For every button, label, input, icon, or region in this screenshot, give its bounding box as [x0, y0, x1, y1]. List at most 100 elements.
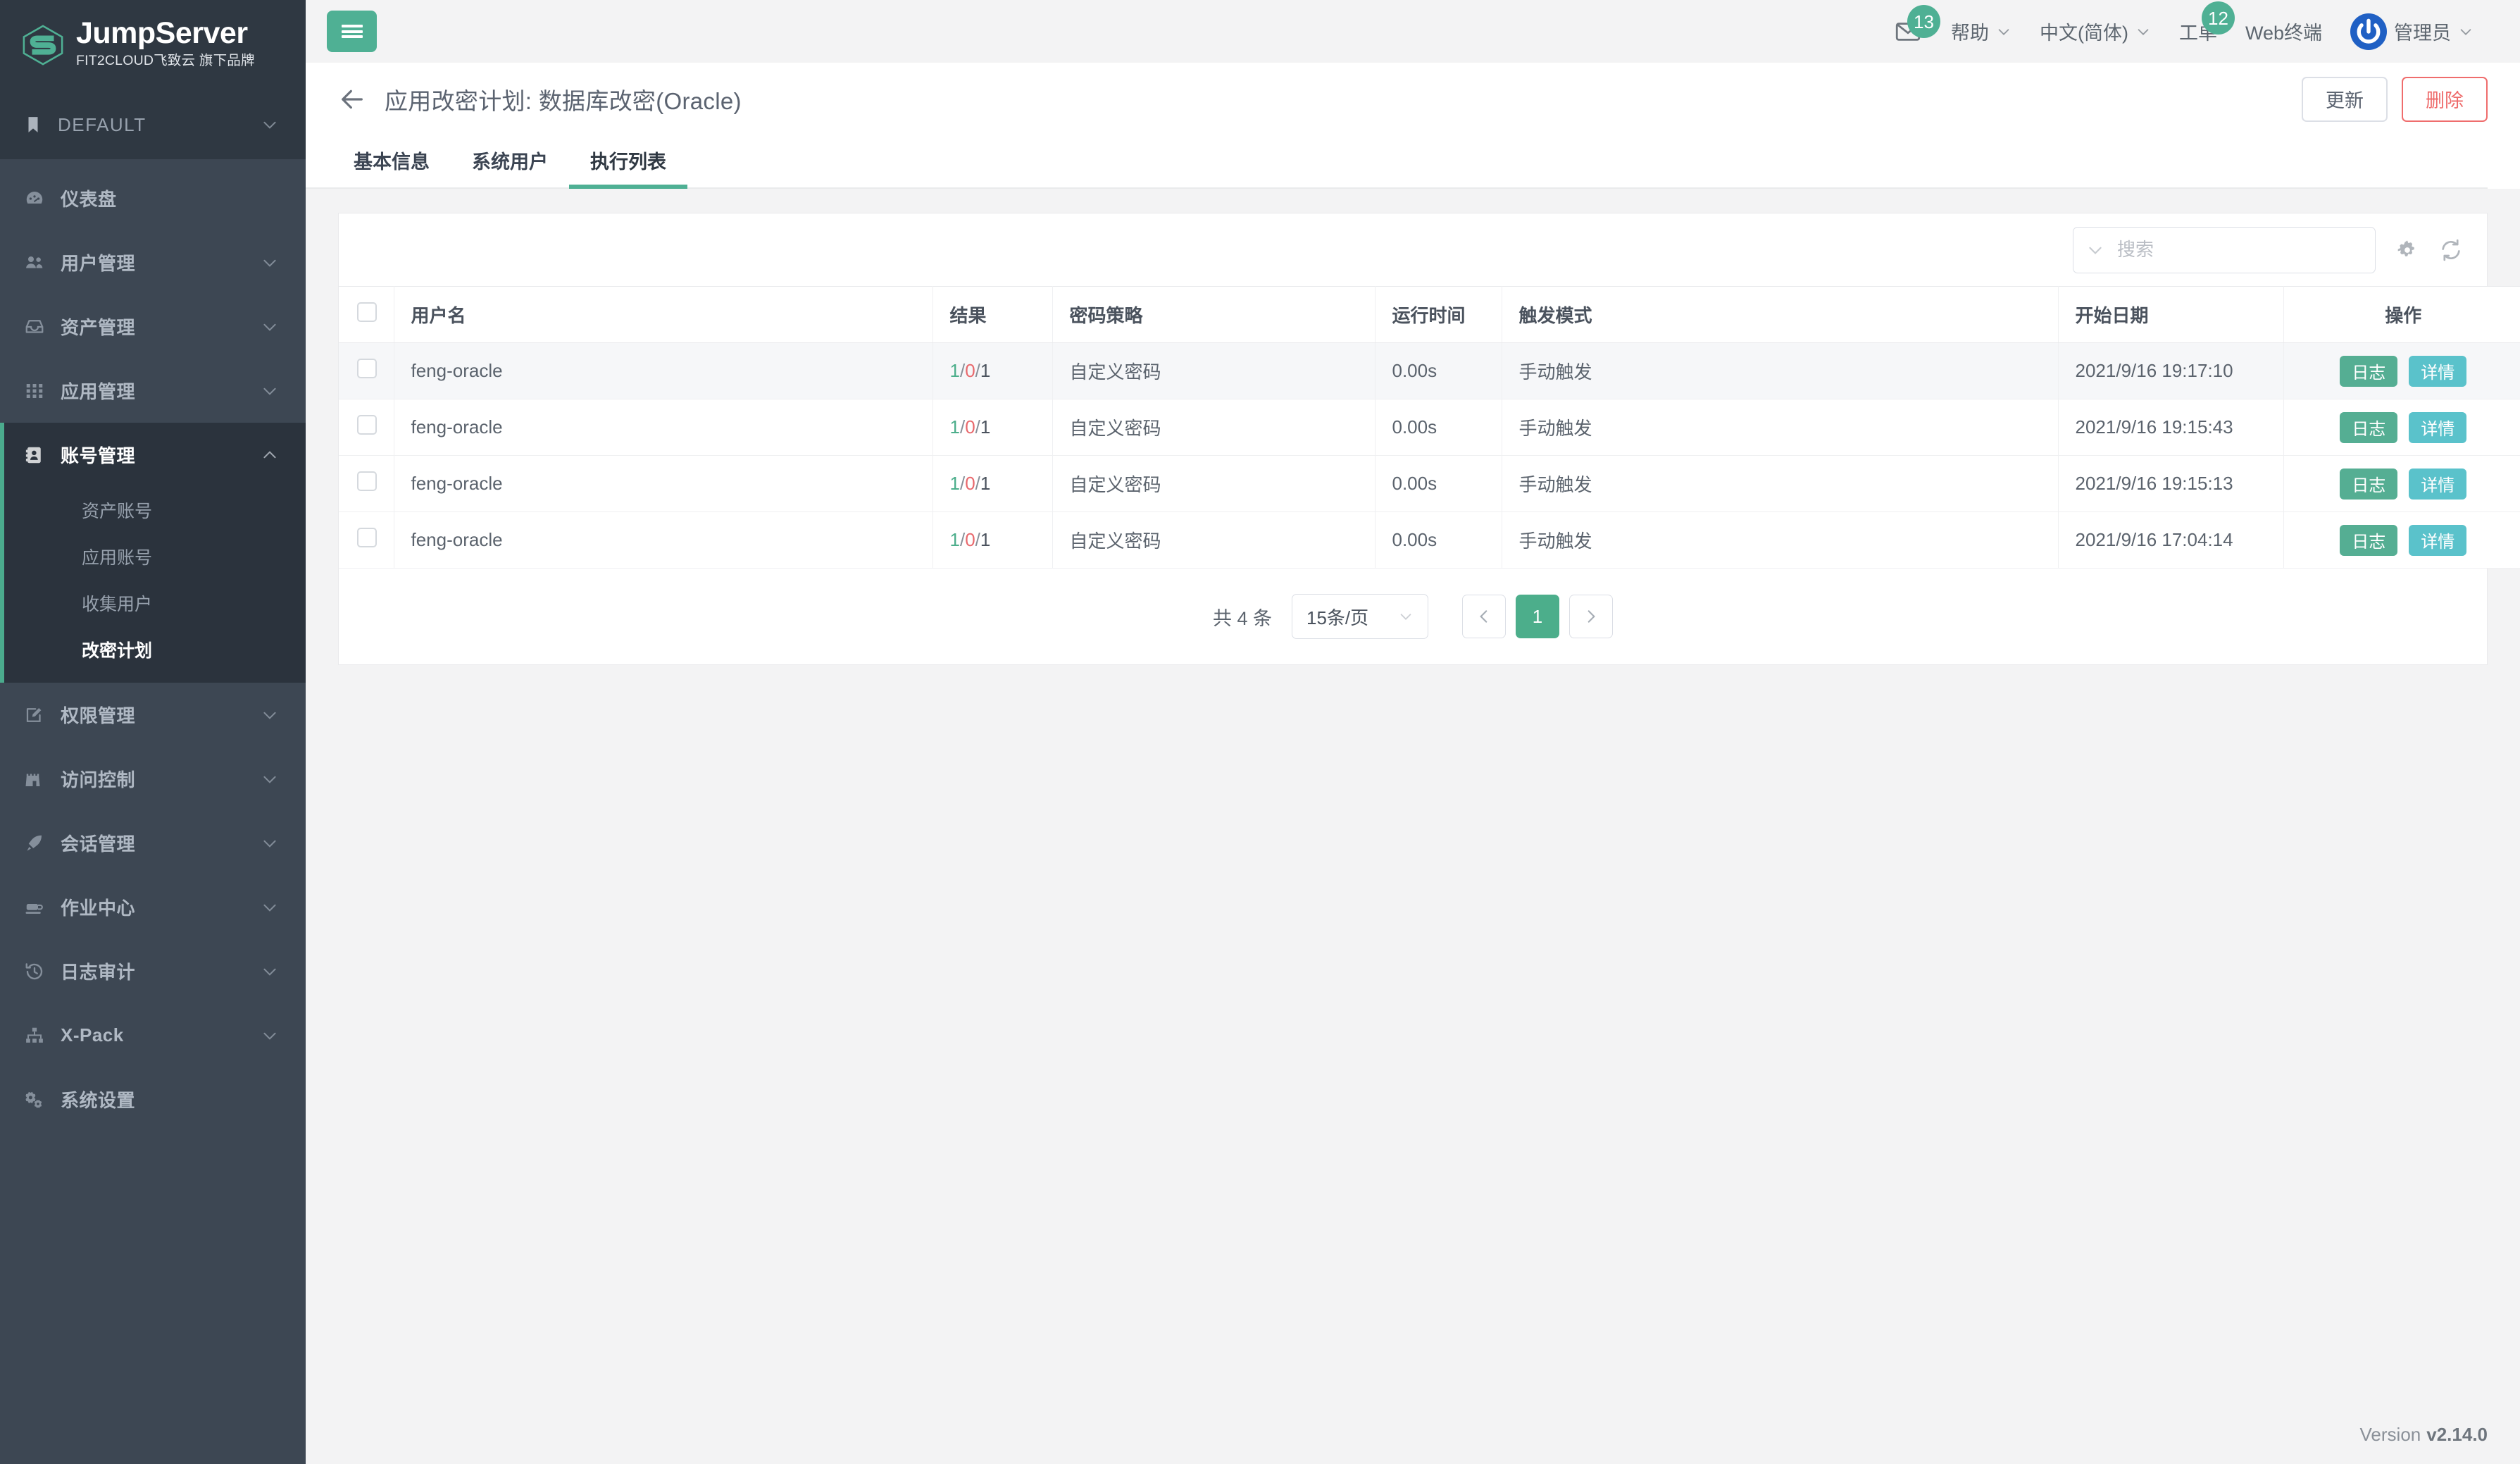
table-row[interactable]: feng-oracle 1/0/1 自定义密码 0.00s 手动触发 2021/…: [339, 455, 2520, 512]
row-detail-button[interactable]: 详情: [2409, 411, 2467, 443]
page-actions: 更新 删除: [2302, 76, 2488, 122]
execution-list-panel: 用户名 结果 密码策略 运行时间 触发模式 开始日期 操作: [338, 213, 2520, 665]
table-row[interactable]: feng-oracle 1/0/1 自定义密码 0.00s 手动触发 2021/…: [339, 342, 2520, 399]
cell-runtime: 0.00s: [1375, 342, 1502, 399]
refresh-icon[interactable]: [2439, 238, 2463, 262]
row-detail-button[interactable]: 详情: [2409, 468, 2467, 500]
cell-runtime: 0.00s: [1375, 511, 1502, 569]
cell-result: 1/0/1: [932, 511, 1053, 569]
column-header-username[interactable]: 用户名: [394, 286, 933, 343]
select-all-checkbox[interactable]: [357, 302, 377, 322]
sidebar-item-job-center[interactable]: 作业中心: [0, 875, 306, 939]
sidebar-item-user-management[interactable]: 用户管理: [0, 230, 306, 294]
row-checkbox[interactable]: [357, 528, 377, 547]
delete-button[interactable]: 删除: [2402, 76, 2488, 122]
help-menu[interactable]: 帮助: [1937, 0, 2026, 63]
sidebar-item-permission-management[interactable]: 权限管理: [0, 683, 306, 747]
chevron-right-icon: [1588, 610, 1595, 623]
sidebar-item-asset-accounts[interactable]: 资产账号: [4, 487, 306, 533]
language-menu[interactable]: 中文(简体): [2026, 0, 2165, 63]
row-select-cell: [339, 399, 394, 456]
sidebar-item-log-audit[interactable]: 日志审计: [0, 939, 306, 1003]
pagination-prev-button[interactable]: [1462, 595, 1507, 638]
result-total-count: 1: [980, 529, 991, 550]
table-toolbar: [339, 213, 2487, 286]
menu-toggle-button[interactable]: [327, 11, 377, 52]
sidebar-item-dashboard[interactable]: 仪表盘: [0, 166, 306, 230]
column-header-password-policy[interactable]: 密码策略: [1052, 286, 1376, 343]
result-total-count: 1: [980, 360, 991, 381]
row-log-button[interactable]: 日志: [2340, 411, 2398, 443]
tab-execution-list[interactable]: 执行列表: [569, 135, 687, 189]
pagination-next-button[interactable]: [1569, 595, 1614, 638]
row-log-button[interactable]: 日志: [2340, 468, 2398, 500]
sidebar-item-x-pack[interactable]: X-Pack: [0, 1003, 306, 1067]
chevron-down-icon: [2138, 28, 2149, 35]
sidebar-subitem-label: 改密计划: [82, 641, 153, 661]
messages-badge: 13: [1907, 5, 1940, 38]
cell-start-date: 2021/9/16 19:15:13: [2058, 455, 2284, 512]
chevron-down-icon[interactable]: [2086, 241, 2104, 259]
tab-basic-info[interactable]: 基本信息: [332, 135, 451, 189]
result-success-count: 1: [949, 473, 960, 494]
column-header-actions: 操作: [2283, 286, 2520, 343]
column-header-start-date[interactable]: 开始日期: [2058, 286, 2284, 343]
chevron-down-icon: [263, 904, 276, 912]
sitemap-icon: [26, 1027, 43, 1043]
sidebar-item-application-accounts[interactable]: 应用账号: [4, 533, 306, 580]
sidebar-item-gathered-users[interactable]: 收集用户: [4, 580, 306, 626]
column-header-runtime[interactable]: 运行时间: [1375, 286, 1502, 343]
org-selector[interactable]: DEFAULT: [0, 90, 306, 159]
sidebar-item-session-management[interactable]: 会话管理: [0, 811, 306, 875]
sidebar-item-access-control[interactable]: 访问控制: [0, 747, 306, 811]
row-checkbox[interactable]: [357, 471, 377, 491]
users-icon: [26, 256, 43, 268]
chevron-down-icon: [2460, 28, 2471, 35]
arrow-left-icon[interactable]: [338, 85, 366, 113]
sidebar-item-change-password-plan[interactable]: 改密计划: [4, 626, 306, 673]
cell-username: feng-oracle: [394, 455, 933, 512]
cell-start-date: 2021/9/16 19:15:43: [2058, 399, 2284, 456]
cell-result: 1/0/1: [932, 455, 1053, 512]
sidebar-item-label: 仪表盘: [61, 189, 117, 210]
row-select-cell: [339, 342, 394, 399]
pagination-page-1[interactable]: 1: [1516, 595, 1560, 638]
sidebar-item-label: 资产管理: [61, 317, 136, 338]
table-row[interactable]: feng-oracle 1/0/1 自定义密码 0.00s 手动触发 2021/…: [339, 399, 2520, 456]
row-detail-button[interactable]: 详情: [2409, 524, 2467, 556]
pagination-controls: 1: [1462, 595, 1614, 638]
chevron-down-icon: [263, 968, 276, 976]
row-log-button[interactable]: 日志: [2340, 355, 2398, 387]
sidebar-item-application-management[interactable]: 应用管理: [0, 359, 306, 423]
sidebar-subitem-label: 收集用户: [82, 595, 153, 614]
user-menu[interactable]: 管理员: [2336, 0, 2488, 63]
topbar: 13 帮助 中文(简体) 工单 12 Web终端 管理员: [306, 0, 2520, 63]
column-header-trigger-mode[interactable]: 触发模式: [1502, 286, 2059, 343]
chevron-down-icon: [1400, 614, 1411, 620]
messages-button[interactable]: 13: [1879, 0, 1940, 63]
column-header-result[interactable]: 结果: [932, 286, 1053, 343]
web-terminal-link[interactable]: Web终端: [2231, 0, 2336, 63]
cell-password-policy: 自定义密码: [1052, 342, 1376, 399]
cell-result: 1/0/1: [932, 399, 1053, 456]
execution-table: 用户名 结果 密码策略 运行时间 触发模式 开始日期 操作 feng-oracl…: [339, 286, 2520, 569]
tab-system-users[interactable]: 系统用户: [451, 135, 569, 189]
gear-icon[interactable]: [2395, 238, 2419, 262]
table-row[interactable]: feng-oracle 1/0/1 自定义密码 0.00s 手动触发 2021/…: [339, 511, 2520, 569]
sidebar-item-asset-management[interactable]: 资产管理: [0, 294, 306, 359]
sidebar-item-system-settings[interactable]: 系统设置: [0, 1067, 306, 1131]
brand[interactable]: JumpServer FIT2CLOUD飞致云 旗下品牌: [0, 0, 306, 90]
chevron-down-icon: [263, 259, 276, 267]
row-checkbox[interactable]: [357, 359, 377, 378]
search-box[interactable]: [2073, 226, 2376, 273]
row-detail-button[interactable]: 详情: [2409, 355, 2467, 387]
page-size-select[interactable]: 15条/页: [1292, 594, 1429, 639]
tickets-button[interactable]: 工单 12: [2165, 0, 2235, 63]
row-checkbox[interactable]: [357, 415, 377, 435]
result-success-count: 1: [949, 529, 960, 550]
search-input[interactable]: [2117, 239, 2362, 261]
sidebar-group-account-management: 账号管理 资产账号 应用账号 收集用户 改密计划: [0, 423, 306, 683]
sidebar-item-account-management[interactable]: 账号管理: [4, 423, 306, 487]
row-log-button[interactable]: 日志: [2340, 524, 2398, 556]
update-button[interactable]: 更新: [2302, 76, 2388, 122]
